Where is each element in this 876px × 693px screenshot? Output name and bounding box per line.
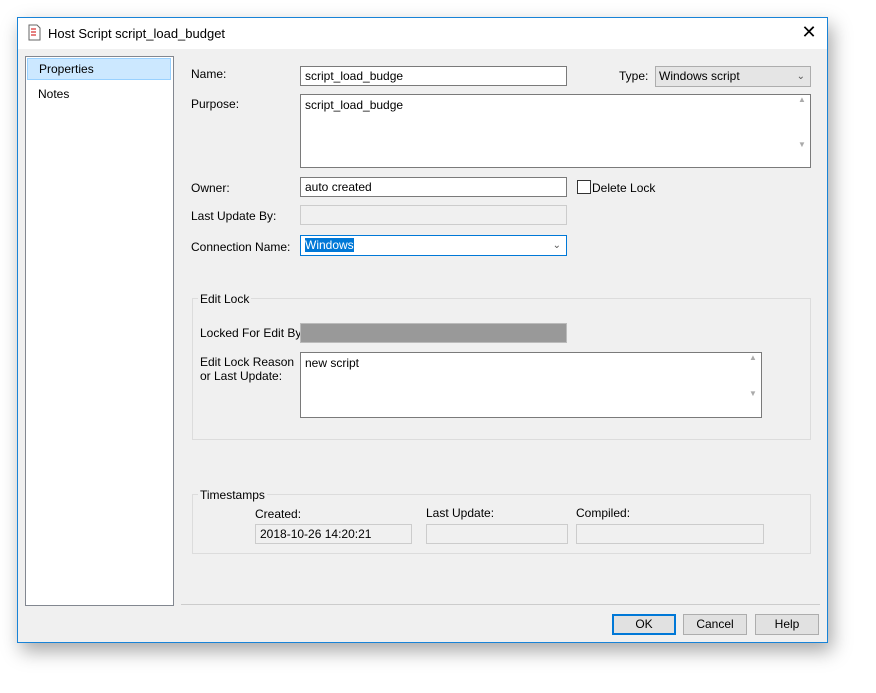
connection-value: Windows — [305, 238, 354, 252]
name-input[interactable]: script_load_budge — [300, 66, 567, 86]
sidebar-list: Properties Notes — [25, 56, 174, 606]
divider — [181, 604, 820, 605]
edit-lock-title: Edit Lock — [198, 292, 252, 306]
last-update-by-input — [300, 205, 567, 225]
edit-lock-reason-value: new script — [305, 356, 360, 370]
name-label: Name: — [191, 67, 227, 81]
delete-lock-label: Delete Lock — [592, 181, 656, 195]
chevron-down-icon: ⌄ — [552, 240, 561, 251]
created-value: 2018-10-26 14:20:21 — [255, 524, 412, 544]
scrollbar[interactable]: ▲ ▼ — [745, 353, 761, 417]
type-value: Windows script — [659, 69, 740, 83]
timestamps-title: Timestamps — [198, 488, 267, 502]
chevron-down-icon: ⌄ — [796, 71, 805, 82]
last-update-value — [426, 524, 568, 544]
purpose-label: Purpose: — [191, 97, 240, 111]
script-document-icon — [28, 24, 41, 41]
purpose-value: script_load_budge — [305, 98, 404, 112]
type-label: Type: — [619, 69, 649, 83]
cancel-button[interactable]: Cancel — [683, 614, 747, 635]
locked-for-edit-label: Locked For Edit By: — [200, 326, 305, 340]
sidebar-item-notes[interactable]: Notes — [27, 83, 171, 105]
close-icon[interactable]: ✕ — [799, 22, 819, 43]
scrollbar[interactable]: ▲ ▼ — [794, 95, 810, 167]
dialog-window: Host Script script_load_budget ✕ Propert… — [17, 17, 828, 643]
type-select[interactable]: Windows script ⌄ — [655, 66, 811, 87]
compiled-value — [576, 524, 764, 544]
purpose-textarea[interactable]: script_load_budge ▲ ▼ — [300, 94, 811, 168]
connection-label: Connection Name: — [191, 240, 291, 254]
owner-input[interactable]: auto created — [300, 177, 567, 197]
sidebar-item-properties[interactable]: Properties — [27, 58, 171, 80]
delete-lock-checkbox[interactable] — [577, 180, 591, 194]
last-update-by-label: Last Update By: — [191, 209, 277, 223]
last-update-label: Last Update: — [426, 506, 495, 520]
title-bar: Host Script script_load_budget ✕ — [18, 18, 827, 49]
edit-lock-reason-textarea[interactable]: new script ▲ ▼ — [300, 352, 762, 418]
created-label: Created: — [255, 507, 302, 521]
edit-lock-reason-label-2: or Last Update: — [200, 369, 283, 383]
help-button[interactable]: Help — [755, 614, 819, 635]
locked-for-edit-input — [300, 323, 567, 343]
compiled-label: Compiled: — [576, 506, 631, 520]
connection-select[interactable]: Windows ⌄ — [300, 235, 567, 256]
ok-button[interactable]: OK — [612, 614, 676, 635]
owner-label: Owner: — [191, 181, 230, 195]
edit-lock-reason-label-1: Edit Lock Reason — [200, 355, 295, 369]
window-title: Host Script script_load_budget — [48, 26, 226, 41]
